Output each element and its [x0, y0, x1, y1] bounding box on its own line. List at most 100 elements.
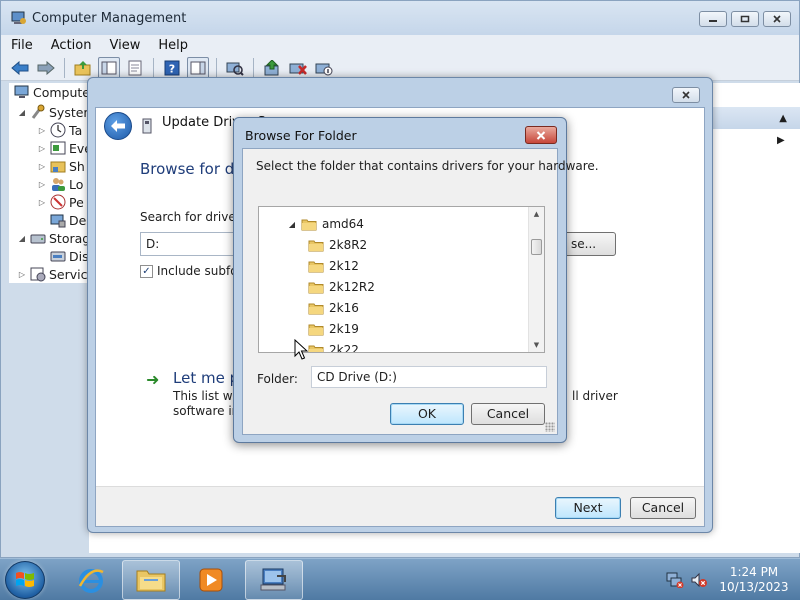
browse-cancel-button[interactable]: Cancel — [471, 403, 545, 425]
tree-item-storage[interactable]: ◢ Storag — [17, 229, 90, 247]
folder-tree-scrollbar[interactable]: ▲ ▼ — [528, 207, 544, 352]
title-bar[interactable]: Computer Management — [1, 1, 799, 35]
caption-buttons — [699, 11, 791, 27]
computer-management-icon — [260, 568, 286, 591]
tree-item-device-manager[interactable]: De — [37, 211, 86, 229]
browse-for-folder-dialog: Browse For Folder Select the folder that… — [233, 117, 599, 443]
menu-file[interactable]: File — [11, 38, 33, 53]
show-hide-tree-button[interactable] — [98, 56, 120, 79]
taskbar-windows-explorer[interactable] — [122, 560, 180, 600]
update-driver-button[interactable] — [261, 57, 283, 79]
maximize-button[interactable] — [731, 11, 759, 27]
collapse-icon[interactable]: ◢ — [17, 234, 27, 243]
volume-muted-icon[interactable] — [690, 572, 708, 588]
include-subfolders-checkbox[interactable]: ✓ — [140, 264, 153, 278]
folder-tree[interactable]: ◢ amd64 2k8R2 2k12 2k12R2 2k16 2k19 2k22… — [258, 206, 545, 353]
taskbar-computer-management[interactable] — [245, 560, 303, 600]
folder-item-2k12[interactable]: 2k12 — [308, 256, 359, 276]
minimize-icon — [709, 20, 717, 22]
toolbar-separator — [253, 57, 254, 78]
collapse-icon[interactable]: ◢ — [286, 220, 298, 229]
system-clock[interactable]: 1:24 PM 10/13/2023 — [712, 565, 796, 595]
update-driver-close-button[interactable] — [672, 87, 700, 103]
more-actions-arrow-icon[interactable]: ▶ — [777, 135, 785, 146]
disk-icon — [50, 251, 66, 262]
close-button[interactable] — [763, 11, 791, 27]
scroll-down-icon[interactable]: ▼ — [529, 338, 544, 352]
folder-field[interactable]: CD Drive (D:) — [311, 366, 547, 388]
taskbar: 1:24 PM 10/13/2023 — [0, 558, 800, 600]
scroll-up-icon[interactable]: ▲ — [529, 207, 544, 221]
device-manager-icon — [50, 214, 66, 228]
toolbar-separator — [216, 57, 217, 78]
browse-folder-close-button[interactable] — [525, 126, 557, 144]
mouse-cursor-icon — [294, 339, 308, 360]
uninstall-device-button[interactable] — [287, 57, 309, 79]
menu-bar: File Action View Help — [1, 35, 799, 55]
expand-icon[interactable]: ▷ — [37, 180, 47, 189]
tree-item-label: Ta — [69, 122, 83, 138]
up-level-button[interactable] — [72, 57, 94, 79]
menu-help[interactable]: Help — [158, 38, 188, 53]
close-icon — [773, 15, 781, 23]
back-toolbar-button[interactable] — [9, 57, 31, 79]
network-icon[interactable] — [666, 572, 684, 588]
actions-header[interactable]: ▲ — [713, 107, 800, 129]
folder-item-2k19[interactable]: 2k19 — [308, 319, 359, 339]
disable-device-button[interactable] — [313, 57, 335, 79]
properties-button[interactable] — [124, 57, 146, 79]
folder-item-2k22[interactable]: 2k22 — [308, 340, 359, 352]
expand-icon[interactable]: ▷ — [37, 126, 47, 135]
taskbar-media-player[interactable] — [182, 560, 240, 600]
tree-item-computer[interactable]: Computer — [11, 83, 95, 101]
forward-toolbar-button[interactable] — [35, 57, 57, 79]
tree-item-label: Storag — [49, 230, 91, 246]
collapse-icon[interactable]: ◢ — [17, 108, 27, 117]
clock-time: 1:24 PM — [729, 565, 779, 579]
tree-item-performance[interactable]: ▷ Pe — [37, 193, 84, 211]
show-action-pane-button[interactable] — [187, 56, 209, 79]
menu-view[interactable]: View — [109, 38, 140, 53]
windows-explorer-icon — [136, 570, 166, 592]
ok-button[interactable]: OK — [390, 403, 464, 425]
help-button[interactable]: ? — [161, 57, 183, 79]
cancel-button[interactable]: Cancel — [630, 497, 696, 519]
collapse-actions-icon[interactable]: ▲ — [779, 113, 787, 124]
resize-grip[interactable] — [545, 422, 555, 432]
tree-item-task-scheduler[interactable]: ▷ Ta — [37, 121, 82, 139]
tree-item-label: Lo — [69, 176, 84, 192]
wizard-back-button[interactable] — [104, 112, 132, 140]
folder-label: 2k16 — [329, 301, 359, 315]
expand-icon[interactable]: ▷ — [37, 162, 47, 171]
folder-item-2k16[interactable]: 2k16 — [308, 298, 359, 318]
folder-icon — [301, 219, 317, 230]
expand-icon[interactable]: ▷ — [37, 144, 47, 153]
console-tree-icon — [101, 61, 117, 74]
folder-icon — [308, 345, 324, 352]
folder-item-2k8r2[interactable]: 2k8R2 — [308, 235, 367, 255]
tree-item-local-users[interactable]: ▷ Lo — [37, 175, 83, 193]
tree-item-shared-folders[interactable]: ▷ Sh — [37, 157, 85, 175]
folder-item-amd64[interactable]: ◢ amd64 — [286, 214, 364, 234]
tree-item-disk-management[interactable]: Dis — [37, 247, 89, 265]
tree-item-services[interactable]: ▷ Service — [17, 265, 95, 283]
properties-icon — [128, 60, 142, 75]
scan-hardware-icon — [226, 62, 244, 76]
disable-device-icon — [315, 63, 333, 75]
scan-hardware-button[interactable] — [224, 57, 246, 79]
device-icon — [142, 118, 152, 134]
next-button[interactable]: Next — [555, 497, 621, 519]
taskbar-internet-explorer[interactable] — [62, 560, 120, 600]
menu-action[interactable]: Action — [51, 38, 92, 53]
green-arrow-icon: ➜ — [146, 370, 160, 389]
folder-icon — [308, 261, 324, 272]
tree-item-system-tools[interactable]: ◢ System — [17, 103, 96, 121]
folder-item-2k12r2[interactable]: 2k12R2 — [308, 277, 375, 297]
start-button[interactable] — [5, 561, 45, 599]
internet-explorer-icon — [78, 569, 104, 593]
tree-item-event-viewer[interactable]: ▷ Eve — [37, 139, 92, 157]
expand-icon[interactable]: ▷ — [17, 270, 27, 279]
minimize-button[interactable] — [699, 11, 727, 27]
expand-icon[interactable]: ▷ — [37, 198, 47, 207]
scroll-thumb[interactable] — [531, 239, 542, 255]
